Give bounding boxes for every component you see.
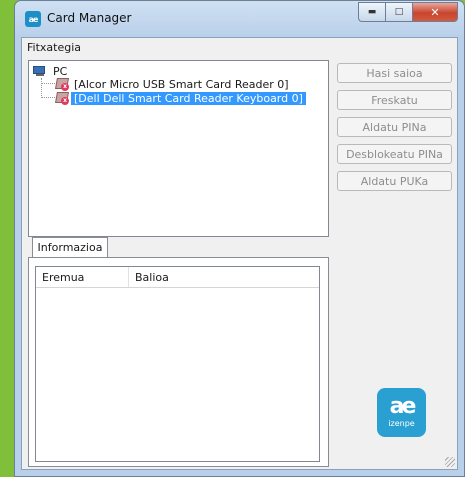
maximize-icon: □ bbox=[394, 7, 404, 17]
column-header-eremua[interactable]: Eremua bbox=[36, 267, 129, 287]
tree-connector bbox=[41, 83, 55, 84]
column-header-balioa[interactable]: Balioa bbox=[129, 267, 319, 287]
tree-connector bbox=[41, 78, 42, 98]
info-tab-panel: Eremua Balioa bbox=[28, 257, 329, 467]
info-list[interactable]: Eremua Balioa bbox=[35, 266, 320, 462]
client-area: Fitxategia PC x [Alcor Micro USB Smart C… bbox=[21, 37, 458, 470]
card-reader-error-icon: x bbox=[55, 91, 69, 105]
window-title: Card Manager bbox=[47, 11, 132, 25]
izenpe-logo-text: izenpe bbox=[388, 419, 415, 428]
close-button[interactable]: ✕ bbox=[412, 2, 458, 22]
minimize-button[interactable]: ▬ bbox=[358, 2, 385, 22]
izenpe-logo-mark: ae bbox=[389, 394, 417, 419]
tree-node-pc[interactable]: PC bbox=[33, 64, 70, 78]
card-manager-window: ae Card Manager ▬ □ ✕ Fitxategia PC x [A… bbox=[14, 0, 465, 477]
title-bar[interactable]: ae Card Manager ▬ □ ✕ bbox=[15, 1, 464, 37]
menu-bar: Fitxategia bbox=[22, 38, 457, 57]
tab-informazioa[interactable]: Informazioa bbox=[32, 237, 108, 257]
tree-node-label: [Dell Dell Smart Card Reader Keyboard 0] bbox=[71, 91, 306, 105]
window-controls: ▬ □ ✕ bbox=[358, 2, 458, 22]
close-icon: ✕ bbox=[430, 5, 440, 19]
app-icon: ae bbox=[25, 11, 41, 27]
reader-tree[interactable]: PC x [Alcor Micro USB Smart Card Reader … bbox=[28, 60, 329, 237]
list-header: Eremua Balioa bbox=[36, 267, 319, 288]
desblokeatu-pina-button[interactable]: Desblokeatu PINa bbox=[337, 144, 452, 164]
hasi-saioa-button[interactable]: Hasi saioa bbox=[337, 63, 452, 83]
freskatu-button[interactable]: Freskatu bbox=[337, 90, 452, 110]
minimize-icon: ▬ bbox=[367, 7, 377, 17]
tree-node-reader-selected[interactable]: x [Dell Dell Smart Card Reader Keyboard … bbox=[55, 91, 306, 105]
tree-node-reader[interactable]: x [Alcor Micro USB Smart Card Reader 0] bbox=[55, 77, 292, 91]
card-reader-error-icon: x bbox=[55, 77, 69, 91]
menu-item-fitxategia[interactable]: Fitxategia bbox=[27, 41, 81, 54]
computer-icon bbox=[33, 65, 47, 77]
tree-node-label: [Alcor Micro USB Smart Card Reader 0] bbox=[74, 77, 289, 91]
tree-node-label: PC bbox=[53, 64, 68, 78]
resize-grip[interactable] bbox=[445, 457, 455, 467]
maximize-button[interactable]: □ bbox=[385, 2, 412, 22]
aldatu-pina-button[interactable]: Aldatu PINa bbox=[337, 117, 452, 137]
izenpe-logo: ae izenpe bbox=[377, 388, 426, 437]
app-icon-mark: ae bbox=[28, 14, 39, 24]
aldatu-puka-button[interactable]: Aldatu PUKa bbox=[337, 171, 452, 191]
tree-connector bbox=[41, 97, 55, 98]
